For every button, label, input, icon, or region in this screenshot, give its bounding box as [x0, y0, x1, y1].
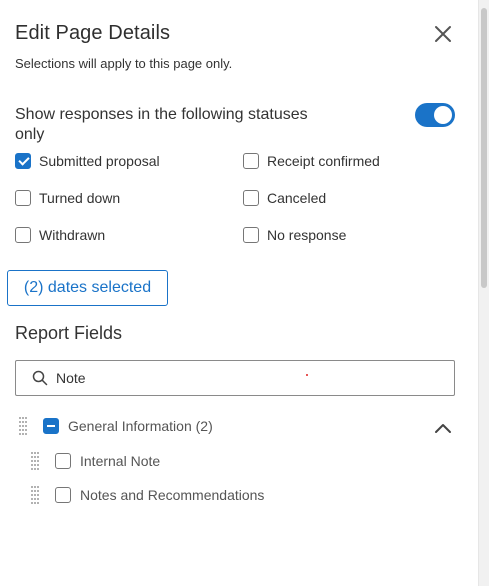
field-item-label: Notes and Recommendations: [80, 487, 265, 503]
checkbox[interactable]: [55, 453, 71, 469]
status-option-receipt-confirmed[interactable]: Receipt confirmed: [243, 153, 380, 169]
collapse-group-button[interactable]: [433, 420, 453, 436]
close-button[interactable]: [431, 22, 455, 46]
report-fields-search[interactable]: [15, 360, 455, 396]
checkbox[interactable]: [15, 227, 31, 243]
checkbox-label: Receipt confirmed: [267, 153, 380, 169]
checkbox[interactable]: [15, 153, 31, 169]
checkbox-label: Withdrawn: [39, 227, 106, 243]
field-item-internal-note[interactable]: Internal Note: [55, 453, 160, 469]
dates-selected-button[interactable]: (2) dates selected: [7, 270, 168, 306]
scrollbar-thumb[interactable]: [481, 8, 487, 288]
group-checkbox[interactable]: [43, 418, 59, 434]
status-filter-toggle[interactable]: [415, 103, 455, 127]
drag-handle-icon[interactable]: [30, 451, 40, 473]
chevron-up-icon: [435, 424, 451, 433]
status-filter-label: Show responses in the following statuses…: [15, 106, 308, 143]
status-option-submitted-proposal[interactable]: Submitted proposal: [15, 153, 160, 169]
checkbox[interactable]: [243, 153, 259, 169]
panel-title: Edit Page Details: [15, 22, 171, 44]
checkbox-label: No response: [267, 227, 347, 243]
panel-scrollbar[interactable]: [478, 0, 489, 586]
checkbox[interactable]: [55, 487, 71, 503]
checkbox-label: Submitted proposal: [39, 153, 160, 169]
search-icon: [32, 370, 48, 386]
checkbox[interactable]: [15, 190, 31, 206]
status-option-canceled[interactable]: Canceled: [243, 190, 326, 206]
checkbox-label: Canceled: [267, 190, 327, 206]
edit-page-details-panel: Edit Page Details Selections will apply …: [0, 0, 478, 586]
drag-handle-icon[interactable]: [30, 485, 40, 507]
status-option-no-response[interactable]: No response: [243, 227, 346, 243]
checkbox[interactable]: [243, 190, 259, 206]
field-item-notes-and-recommendations[interactable]: Notes and Recommendations: [55, 487, 264, 503]
status-option-withdrawn[interactable]: Withdrawn: [15, 227, 105, 243]
status-option-turned-down[interactable]: Turned down: [15, 190, 120, 206]
drag-handle-icon[interactable]: [18, 416, 28, 438]
field-group-label: General Information (2): [68, 418, 213, 434]
field-item-label: Internal Note: [80, 453, 161, 469]
panel-subtitle: Selections will apply to this page only.: [15, 56, 233, 71]
report-fields-title: Report Fields: [15, 323, 123, 343]
cursor-marker: [306, 374, 308, 376]
field-group-general-information[interactable]: General Information (2): [43, 418, 213, 434]
search-input[interactable]: [56, 370, 436, 386]
close-icon: [435, 26, 451, 42]
toggle-knob: [434, 106, 452, 124]
checkbox[interactable]: [243, 227, 259, 243]
checkbox-label: Turned down: [39, 190, 121, 206]
